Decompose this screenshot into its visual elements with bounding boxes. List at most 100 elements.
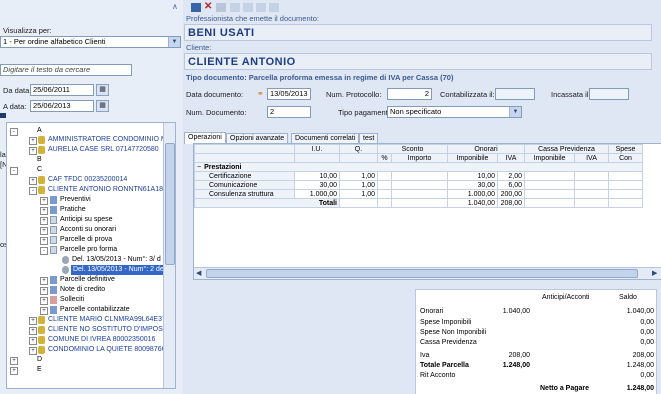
collapse-icon[interactable]: − bbox=[197, 164, 201, 171]
tree-client[interactable]: COMUNE DI IVREA 80002350016 bbox=[48, 335, 155, 345]
row-q[interactable]: 1,00 bbox=[339, 189, 378, 199]
client-tree[interactable]: - A + AMMINISTRATORE CONDOMINIO M + AURE… bbox=[6, 122, 176, 389]
expand-icon[interactable]: + bbox=[40, 227, 48, 235]
view-combo[interactable]: 1 - Per ordine alfabetico Clienti ▼ bbox=[0, 36, 181, 48]
expand-icon[interactable]: + bbox=[40, 217, 48, 225]
expand-icon[interactable]: + bbox=[29, 327, 37, 335]
table-row[interactable]: Comunicazione 30,00 1,00 30,00 6,00 bbox=[194, 180, 643, 190]
tree-client[interactable]: CONDOMINIO LA QUIETE 8009876C bbox=[48, 345, 167, 355]
table-header[interactable]: Cassa Previdenza bbox=[524, 144, 609, 154]
expand-icon[interactable]: + bbox=[40, 277, 48, 285]
expand-icon[interactable]: + bbox=[40, 297, 48, 305]
expand-icon[interactable]: + bbox=[10, 367, 18, 375]
tree-record[interactable]: Del. 13/05/2013 - Num°: 3/ d bbox=[72, 255, 161, 265]
search-input[interactable]: Digitare il testo da cercare bbox=[0, 64, 132, 76]
expand-icon[interactable]: + bbox=[29, 347, 37, 355]
section-row[interactable]: − Prestazioni bbox=[194, 162, 643, 172]
doc-date-input[interactable]: 13/05/2013 bbox=[267, 88, 311, 100]
expand-icon[interactable]: - bbox=[10, 128, 18, 136]
tree-client[interactable]: CLIENTE NO SOSTITUTO D'IMPOST bbox=[48, 325, 167, 335]
scrollbar-thumb[interactable] bbox=[165, 143, 175, 265]
table-header[interactable]: Onorari bbox=[447, 144, 525, 154]
tree-folder[interactable]: Acconti su onorari bbox=[60, 225, 116, 235]
expand-icon[interactable]: + bbox=[10, 357, 18, 365]
operations-grid[interactable]: I.U. Q. Sconto Onorari Cassa Previdenza … bbox=[193, 143, 661, 280]
tree-group-a[interactable]: A bbox=[37, 126, 42, 136]
to-date-input[interactable]: 25/06/2013 bbox=[30, 100, 94, 112]
row-imponibile[interactable]: 10,00 bbox=[447, 171, 498, 181]
row-iu[interactable]: 10,00 bbox=[294, 171, 340, 181]
expand-icon[interactable]: + bbox=[29, 317, 37, 325]
attach-icon[interactable] bbox=[269, 3, 279, 12]
expand-icon[interactable]: + bbox=[29, 147, 37, 155]
table-header[interactable]: Imponibile bbox=[447, 153, 498, 163]
delete-icon[interactable]: ✕ bbox=[204, 1, 212, 12]
calendar-icon[interactable]: ▦ bbox=[96, 100, 109, 112]
chevron-down-icon[interactable]: ▼ bbox=[509, 107, 521, 117]
row-q[interactable]: 1,00 bbox=[339, 171, 378, 181]
table-header[interactable]: % bbox=[377, 153, 392, 163]
export-icon[interactable] bbox=[256, 3, 266, 12]
tree-folder[interactable]: Parcelle pro forma bbox=[60, 245, 117, 255]
from-date-input[interactable]: 25/06/2011 bbox=[30, 84, 94, 96]
tree-client[interactable]: AMMINISTRATORE CONDOMINIO M bbox=[48, 135, 167, 145]
table-header[interactable]: Sconto bbox=[377, 144, 448, 154]
calendar-icon[interactable]: ▦ bbox=[96, 84, 109, 96]
expand-icon[interactable]: - bbox=[29, 187, 37, 195]
row-iva[interactable]: 2,00 bbox=[497, 171, 525, 181]
chevron-down-icon[interactable]: ▼ bbox=[168, 37, 180, 47]
tree-scrollbar[interactable] bbox=[163, 123, 175, 388]
table-row[interactable]: Certificazione 10,00 1,00 10,00 2,00 bbox=[194, 171, 643, 181]
table-header[interactable]: IVA bbox=[574, 153, 609, 163]
expand-icon[interactable]: - bbox=[10, 167, 18, 175]
tree-folder[interactable]: Parcelle definitive bbox=[60, 275, 115, 285]
row-iva[interactable]: 6,00 bbox=[497, 180, 525, 190]
expand-icon[interactable]: + bbox=[40, 237, 48, 245]
tree-client[interactable]: AURELIA CASE SRL 07147720580 bbox=[48, 145, 159, 155]
collapse-icon[interactable]: ∧ bbox=[172, 2, 181, 12]
tree-group-b[interactable]: B bbox=[37, 155, 42, 165]
table-header[interactable]: Con bbox=[608, 153, 643, 163]
tree-folder[interactable]: Parcelle contabilizzate bbox=[60, 305, 130, 315]
row-q[interactable]: 1,00 bbox=[339, 180, 378, 190]
save-icon[interactable] bbox=[191, 3, 201, 12]
grid-horizontal-scrollbar[interactable]: ◀ ▶ bbox=[194, 267, 661, 279]
table-header[interactable]: Imponibile bbox=[524, 153, 575, 163]
scrollbar-thumb[interactable] bbox=[206, 269, 638, 278]
table-header[interactable]: I.U. bbox=[294, 144, 340, 154]
expand-icon[interactable]: + bbox=[29, 177, 37, 185]
tree-folder[interactable]: Parcelle di prova bbox=[60, 235, 112, 245]
table-header[interactable]: IVA bbox=[497, 153, 525, 163]
protocol-input[interactable]: 2 bbox=[387, 88, 432, 100]
tree-group-e[interactable]: E bbox=[37, 365, 42, 375]
table-row[interactable]: Consulenza struttura 1.000,00 1,00 1.000… bbox=[194, 189, 643, 199]
tree-group-c[interactable]: C bbox=[37, 165, 42, 175]
email-icon[interactable] bbox=[243, 3, 253, 12]
expand-icon[interactable]: + bbox=[29, 337, 37, 345]
expand-icon[interactable]: + bbox=[40, 197, 48, 205]
table-header[interactable]: Spese bbox=[608, 144, 643, 154]
tree-folder[interactable]: Solleciti bbox=[60, 295, 84, 305]
scroll-left-icon[interactable]: ◀ bbox=[196, 269, 201, 277]
collected-input[interactable] bbox=[589, 88, 629, 100]
tree-client[interactable]: CLIENTE MARIO CLNMRA99L64E37 bbox=[48, 315, 166, 325]
table-header[interactable]: Importo bbox=[391, 153, 448, 163]
tree-client[interactable]: CAF TFDC 00235200014 bbox=[48, 175, 127, 185]
print-icon[interactable] bbox=[216, 3, 226, 12]
tree-record-selected[interactable]: Del. 13/05/2013 - Num°: 2 de bbox=[71, 265, 166, 275]
row-iu[interactable]: 30,00 bbox=[294, 180, 340, 190]
tree-group-d[interactable]: D bbox=[37, 355, 42, 365]
row-imponibile[interactable]: 30,00 bbox=[447, 180, 498, 190]
tree-client[interactable]: CLIENTE ANTONIO RONNTN61A18 bbox=[48, 185, 163, 195]
scroll-right-icon[interactable]: ▶ bbox=[652, 269, 657, 277]
expand-icon[interactable]: + bbox=[40, 287, 48, 295]
row-iva[interactable]: 200,00 bbox=[497, 189, 525, 199]
tree-folder[interactable]: Note di credito bbox=[60, 285, 105, 295]
tree-folder[interactable]: Anticipi su spese bbox=[60, 215, 113, 225]
expand-icon[interactable]: + bbox=[40, 207, 48, 215]
table-header[interactable]: Q. bbox=[339, 144, 378, 154]
expand-icon[interactable]: - bbox=[40, 247, 48, 255]
row-iu[interactable]: 1.000,00 bbox=[294, 189, 340, 199]
expand-icon[interactable]: + bbox=[29, 137, 37, 145]
row-imponibile[interactable]: 1.000,00 bbox=[447, 189, 498, 199]
